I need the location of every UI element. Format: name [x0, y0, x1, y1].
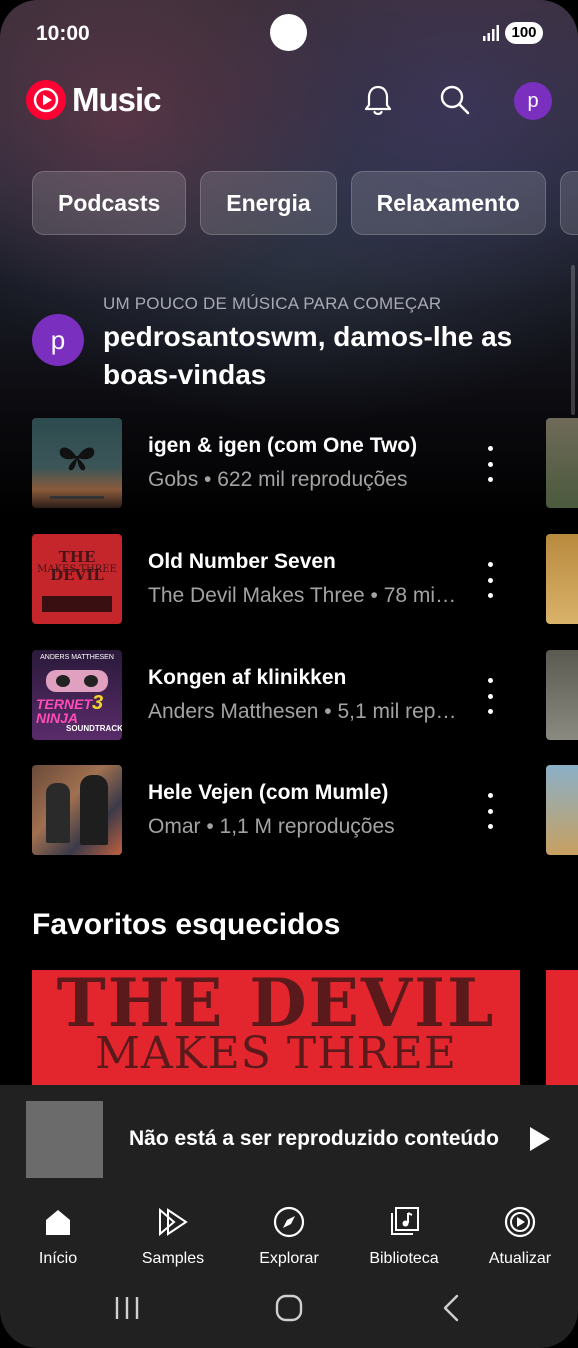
chip-podcasts[interactable]: Podcasts	[32, 171, 187, 235]
next-column-art[interactable]	[546, 534, 578, 624]
album-art: THE DEVIL MAKES THREE	[32, 534, 122, 624]
search-icon[interactable]	[437, 82, 473, 118]
nav-label: Explorar	[259, 1250, 319, 1267]
song-title: Hele Vejen (com Mumle)	[148, 781, 389, 804]
battery-indicator: 100	[505, 22, 543, 44]
status-bar: 10:00 100	[0, 0, 578, 66]
nav-biblioteca[interactable]: Biblioteca	[349, 1205, 459, 1268]
next-album-card[interactable]	[546, 970, 578, 1100]
back-icon[interactable]	[438, 1292, 464, 1324]
samples-icon	[159, 1207, 188, 1237]
status-time: 10:00	[36, 22, 90, 45]
chip-more[interactable]	[559, 171, 578, 235]
nav-label: Início	[38, 1250, 78, 1267]
song-row[interactable]: THE DEVIL MAKES THREE Old Number Seven T…	[32, 534, 512, 624]
album-art-silhouette	[42, 596, 112, 612]
recent-apps-icon[interactable]	[112, 1292, 142, 1324]
song-row[interactable]: Hele Vejen (com Mumle) Omar • 1,1 M repr…	[32, 765, 512, 855]
ninja-eye	[56, 675, 70, 687]
section-avatar: p	[32, 314, 84, 366]
album-art	[32, 765, 122, 855]
phone-screen: 10:00 100 Music p Podcasts Energia Relax…	[0, 0, 578, 1348]
more-options-icon[interactable]	[480, 678, 500, 714]
chip-relaxamento[interactable]: Relaxamento	[350, 171, 546, 235]
song-meta: Anders Matthesen • 5,1 mil reproduções	[148, 700, 458, 723]
nav-inicio[interactable]: Início	[3, 1205, 113, 1268]
album-art-text: ANDERS MATTHESEN	[40, 654, 114, 661]
album-art	[32, 418, 122, 508]
home-button-icon[interactable]	[273, 1292, 305, 1324]
mini-player-art	[26, 1101, 103, 1178]
nav-atualizar[interactable]: Atualizar	[465, 1205, 575, 1268]
nav-label: Biblioteca	[369, 1250, 439, 1267]
album-art-text: SOUNDTRACK	[66, 724, 122, 733]
ninja-eye	[84, 675, 98, 687]
app-name: Music	[72, 81, 162, 118]
chip-energia[interactable]: Energia	[200, 171, 337, 235]
youtube-music-logo[interactable]: Music	[26, 80, 162, 120]
song-row[interactable]: igen & igen (com One Two) Gobs • 622 mil…	[32, 418, 512, 508]
nav-label: Atualizar	[488, 1250, 552, 1267]
notifications-bell-icon[interactable]	[360, 82, 396, 118]
album-art-text: MAKES THREE	[37, 564, 117, 575]
library-icon	[391, 1207, 419, 1235]
bottom-navigation: Início Samples Explorar Biblioteca Atual…	[0, 1195, 578, 1348]
album-art-number: 3	[92, 692, 104, 714]
compass-icon	[273, 1206, 305, 1238]
signal-icon	[483, 25, 499, 41]
mini-player[interactable]: Não está a ser reproduzido conteúdo	[0, 1085, 578, 1195]
nav-samples[interactable]: Samples	[118, 1205, 228, 1268]
next-column-art[interactable]	[546, 765, 578, 855]
song-title: Old Number Seven	[148, 550, 336, 573]
play-icon[interactable]	[528, 1125, 552, 1153]
song-meta: Gobs • 622 mil reproduções	[148, 468, 408, 491]
next-column-art[interactable]	[546, 650, 578, 740]
more-options-icon[interactable]	[480, 562, 500, 598]
song-title: Kongen af klinikken	[148, 666, 347, 689]
nav-explorar[interactable]: Explorar	[234, 1205, 344, 1268]
song-meta: Omar • 1,1 M reproduções	[148, 815, 395, 838]
mini-player-status: Não está a ser reproduzido conteúdo	[129, 1127, 499, 1150]
next-column-art[interactable]	[546, 418, 578, 508]
front-camera	[270, 14, 307, 51]
album-card[interactable]: THE DEVIL MAKES THREE	[32, 970, 520, 1100]
song-title: igen & igen (com One Two)	[148, 434, 418, 457]
album-art-figure	[80, 775, 108, 845]
account-avatar[interactable]: p	[514, 82, 552, 120]
album-card-subtitle: MAKES THREE	[94, 1028, 458, 1079]
section-subtitle: UM POUCO DE MÚSICA PARA COMEÇAR	[103, 294, 442, 313]
home-icon	[46, 1210, 70, 1235]
song-row[interactable]: ANDERS MATTHESEN TERNET3 NINJA SOUNDTRAC…	[32, 650, 512, 740]
album-art-figure	[46, 783, 70, 843]
section-title-favorites: Favoritos esquecidos	[32, 908, 341, 941]
upgrade-icon	[504, 1206, 536, 1238]
album-art: ANDERS MATTHESEN TERNET3 NINJA SOUNDTRAC…	[32, 650, 122, 740]
more-options-icon[interactable]	[480, 793, 500, 829]
section-title: pedrosantoswm, damos-lhe as boas-vindas	[103, 321, 513, 390]
nav-label: Samples	[141, 1250, 205, 1267]
play-logo-icon	[26, 80, 66, 120]
butterfly-icon	[50, 447, 104, 499]
album-art-text: TERNET3 NINJA	[36, 693, 120, 725]
scroll-indicator[interactable]	[571, 265, 575, 415]
song-meta: The Devil Makes Three • 78 mil reproduçõ…	[148, 584, 458, 607]
more-options-icon[interactable]	[480, 446, 500, 482]
mood-chips: Podcasts Energia Relaxamento	[32, 171, 578, 235]
